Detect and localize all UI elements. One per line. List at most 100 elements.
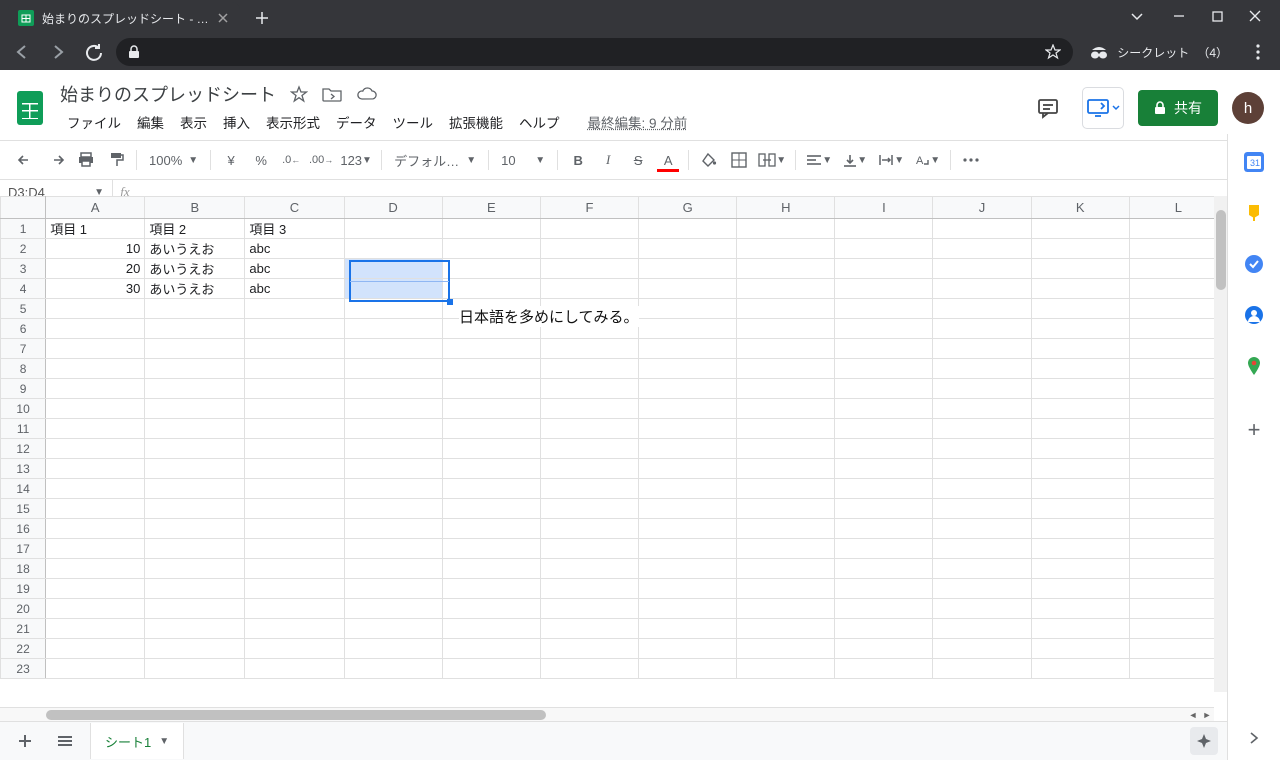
cell-D8[interactable] [344, 359, 442, 379]
cell-G20[interactable] [639, 599, 737, 619]
sheet-tab[interactable]: シート1▼ [90, 723, 184, 759]
text-wrap-button[interactable]: ▼ [874, 147, 908, 173]
cell-L10[interactable] [1129, 399, 1227, 419]
cell-E4[interactable] [442, 279, 540, 299]
italic-button[interactable]: I [594, 147, 622, 173]
cell-A1[interactable]: 項目 1 [46, 219, 145, 239]
cell-G15[interactable] [639, 499, 737, 519]
cell-E5[interactable] [442, 299, 540, 319]
cell-I12[interactable] [835, 439, 933, 459]
cell-J8[interactable] [933, 359, 1031, 379]
cell-L23[interactable] [1129, 659, 1227, 679]
account-avatar[interactable]: h [1232, 92, 1264, 124]
cell-J12[interactable] [933, 439, 1031, 459]
cell-J9[interactable] [933, 379, 1031, 399]
cell-A11[interactable] [46, 419, 145, 439]
menu-0[interactable]: ファイル [60, 109, 128, 135]
sidepanel-keep-button[interactable] [1244, 203, 1264, 226]
cell-A12[interactable] [46, 439, 145, 459]
cell-H9[interactable] [737, 379, 835, 399]
cell-B21[interactable] [145, 619, 245, 639]
cell-C7[interactable] [245, 339, 344, 359]
cell-A6[interactable] [46, 319, 145, 339]
menu-6[interactable]: ツール [386, 109, 441, 135]
cell-J11[interactable] [933, 419, 1031, 439]
cell-A21[interactable] [46, 619, 145, 639]
cell-C18[interactable] [245, 559, 344, 579]
selection-handle[interactable] [447, 299, 453, 305]
cell-L22[interactable] [1129, 639, 1227, 659]
cell-B19[interactable] [145, 579, 245, 599]
menu-8[interactable]: ヘルプ [512, 109, 567, 135]
print-button[interactable] [72, 147, 100, 173]
cell-E22[interactable] [442, 639, 540, 659]
cell-F13[interactable] [540, 459, 638, 479]
row-header-4[interactable]: 4 [1, 279, 46, 299]
increase-decimal-button[interactable]: .00→ [307, 147, 335, 173]
cell-E8[interactable] [442, 359, 540, 379]
row-header-5[interactable]: 5 [1, 299, 46, 319]
cell-H1[interactable] [737, 219, 835, 239]
cell-C23[interactable] [245, 659, 344, 679]
cell-G19[interactable] [639, 579, 737, 599]
cell-C13[interactable] [245, 459, 344, 479]
cell-L19[interactable] [1129, 579, 1227, 599]
cell-H21[interactable] [737, 619, 835, 639]
row-header-21[interactable]: 21 [1, 619, 46, 639]
cell-G21[interactable] [639, 619, 737, 639]
cell-K20[interactable] [1031, 599, 1129, 619]
cell-A4[interactable]: 30 [46, 279, 145, 299]
cell-H12[interactable] [737, 439, 835, 459]
browser-tab[interactable]: 始まりのスプレッドシート - Google ス [8, 2, 240, 34]
cell-D3[interactable] [344, 259, 442, 279]
cell-J19[interactable] [933, 579, 1031, 599]
scroll-right-button[interactable]: ► [1200, 708, 1214, 722]
cell-J15[interactable] [933, 499, 1031, 519]
cell-F12[interactable] [540, 439, 638, 459]
cell-A22[interactable] [46, 639, 145, 659]
cell-A7[interactable] [46, 339, 145, 359]
cell-D23[interactable] [344, 659, 442, 679]
cell-I17[interactable] [835, 539, 933, 559]
merge-cells-button[interactable]: ▼ [755, 147, 789, 173]
menu-7[interactable]: 拡張機能 [442, 109, 510, 135]
cell-G14[interactable] [639, 479, 737, 499]
cell-C21[interactable] [245, 619, 344, 639]
cell-D5[interactable] [344, 299, 442, 319]
row-header-16[interactable]: 16 [1, 519, 46, 539]
browser-menu-button[interactable] [1244, 38, 1272, 66]
cell-J17[interactable] [933, 539, 1031, 559]
cell-I7[interactable] [835, 339, 933, 359]
cell-K12[interactable] [1031, 439, 1129, 459]
cell-H5[interactable] [737, 299, 835, 319]
sheets-logo-icon[interactable] [10, 88, 50, 128]
cell-L4[interactable] [1129, 279, 1227, 299]
cell-I5[interactable] [835, 299, 933, 319]
cell-I10[interactable] [835, 399, 933, 419]
cell-H4[interactable] [737, 279, 835, 299]
cell-G12[interactable] [639, 439, 737, 459]
cell-B15[interactable] [145, 499, 245, 519]
cell-L14[interactable] [1129, 479, 1227, 499]
cell-G7[interactable] [639, 339, 737, 359]
cell-J22[interactable] [933, 639, 1031, 659]
cell-L1[interactable] [1129, 219, 1227, 239]
cell-J7[interactable] [933, 339, 1031, 359]
cell-F21[interactable] [540, 619, 638, 639]
sidepanel-contacts-button[interactable] [1244, 305, 1264, 328]
spreadsheet-grid[interactable]: ABCDEFGHIJKL1項目 1項目 2項目 3210あいうえおabc320あ… [0, 196, 1228, 679]
cell-G17[interactable] [639, 539, 737, 559]
cell-A19[interactable] [46, 579, 145, 599]
window-minimize-button[interactable] [1172, 10, 1186, 25]
cell-G6[interactable] [639, 319, 737, 339]
cell-A5[interactable] [46, 299, 145, 319]
cell-G22[interactable] [639, 639, 737, 659]
cell-B11[interactable] [145, 419, 245, 439]
cell-K8[interactable] [1031, 359, 1129, 379]
cell-E11[interactable] [442, 419, 540, 439]
cell-H10[interactable] [737, 399, 835, 419]
cell-F11[interactable] [540, 419, 638, 439]
present-button[interactable] [1082, 87, 1124, 129]
cell-D17[interactable] [344, 539, 442, 559]
col-header-J[interactable]: J [933, 197, 1031, 219]
